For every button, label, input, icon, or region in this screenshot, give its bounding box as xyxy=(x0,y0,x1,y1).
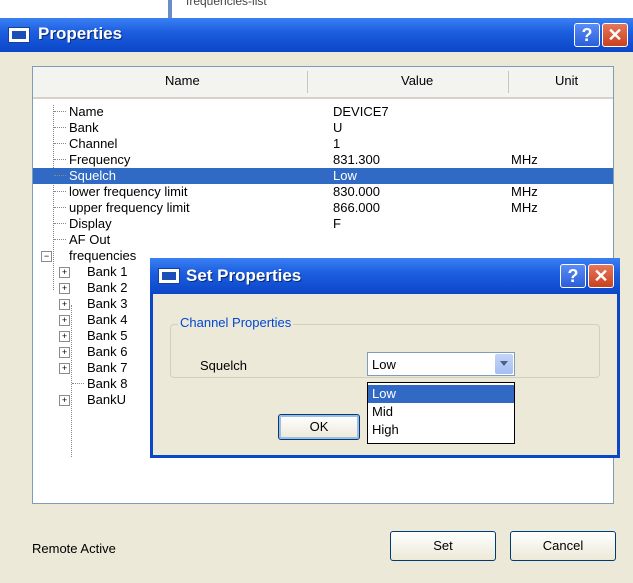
bank-label: Bank 6 xyxy=(87,344,128,359)
property-value: 866.000 xyxy=(333,200,380,215)
properties-titlebar[interactable]: Properties ? ✕ xyxy=(0,18,633,52)
property-value: 1 xyxy=(333,136,341,151)
expand-icon[interactable]: + xyxy=(59,267,70,278)
squelch-dropdown-list[interactable]: Low Mid High xyxy=(367,382,515,444)
property-unit: MHz xyxy=(511,200,538,215)
property-row[interactable]: Frequency 831.300 MHz xyxy=(33,152,613,168)
column-divider[interactable] xyxy=(307,71,308,93)
cancel-button[interactable]: Cancel xyxy=(510,531,616,561)
set-properties-dialog: Set Properties ? ✕ Channel Properties Sq… xyxy=(150,258,620,458)
property-name: Squelch xyxy=(69,168,116,183)
property-name: Name xyxy=(69,104,104,119)
squelch-select[interactable]: Low xyxy=(367,352,515,376)
bank-label: Bank 4 xyxy=(87,312,128,327)
property-unit: MHz xyxy=(511,184,538,199)
property-row[interactable]: Bank U xyxy=(33,120,613,136)
column-header: Name Value Unit xyxy=(33,67,613,99)
column-unit[interactable]: Unit xyxy=(555,73,578,88)
property-value: DEVICE7 xyxy=(333,104,389,119)
column-value[interactable]: Value xyxy=(401,73,433,88)
expand-icon[interactable]: + xyxy=(59,299,70,310)
column-divider[interactable] xyxy=(508,71,509,93)
dialog-titlebar[interactable]: Set Properties ? ✕ xyxy=(150,258,620,294)
help-button[interactable]: ? xyxy=(574,23,600,47)
window-icon xyxy=(8,27,30,43)
bank-label: Bank 7 xyxy=(87,360,128,375)
property-name: Bank xyxy=(69,120,99,135)
bank-label: Bank 1 xyxy=(87,264,128,279)
squelch-label: Squelch xyxy=(200,358,247,373)
dropdown-option-low[interactable]: Low xyxy=(368,385,514,403)
property-row[interactable]: Channel 1 xyxy=(33,136,613,152)
expand-icon[interactable]: + xyxy=(59,283,70,294)
expand-icon[interactable]: + xyxy=(59,363,70,374)
window-title: Properties xyxy=(38,24,123,43)
squelch-selected-value: Low xyxy=(372,357,396,372)
dialog-close-button[interactable]: ✕ xyxy=(588,264,614,288)
bank-label: BankU xyxy=(87,392,127,407)
property-row[interactable]: lower frequency limit 830.000 MHz xyxy=(33,184,613,200)
property-value: 831.300 xyxy=(333,152,380,167)
property-unit: MHz xyxy=(511,152,538,167)
bank-label: Bank 5 xyxy=(87,328,128,343)
close-button[interactable]: ✕ xyxy=(602,23,628,47)
background-window-text: frequencies-list xyxy=(186,0,267,8)
property-row-selected[interactable]: Squelch Low xyxy=(33,168,613,184)
dropdown-option-high[interactable]: High xyxy=(368,421,514,439)
status-text: Remote Active xyxy=(32,541,116,556)
bank-label: Bank 8 xyxy=(87,376,128,391)
property-name: lower frequency limit xyxy=(69,184,188,199)
ok-button[interactable]: OK xyxy=(278,414,360,440)
property-row[interactable]: AF Out xyxy=(33,232,613,248)
column-name[interactable]: Name xyxy=(165,73,200,88)
collapse-icon[interactable]: − xyxy=(41,251,52,262)
property-value: U xyxy=(333,120,343,135)
property-name: Frequency xyxy=(69,152,131,167)
property-name: frequencies xyxy=(69,248,137,263)
property-name: upper frequency limit xyxy=(69,200,190,215)
property-row[interactable]: Name DEVICE7 xyxy=(33,104,613,120)
dialog-title: Set Properties xyxy=(186,266,302,285)
background-window: frequencies-list xyxy=(0,0,633,18)
expand-icon[interactable]: + xyxy=(59,347,70,358)
property-row[interactable]: Display F xyxy=(33,216,613,232)
bank-label: Bank 2 xyxy=(87,280,128,295)
property-value: F xyxy=(333,216,341,231)
expand-icon[interactable]: + xyxy=(59,315,70,326)
background-window-edge xyxy=(168,0,172,18)
property-name: AF Out xyxy=(69,232,111,247)
expand-icon[interactable]: + xyxy=(59,331,70,342)
property-name: Channel xyxy=(69,136,118,151)
group-label: Channel Properties xyxy=(178,315,294,330)
chevron-down-icon[interactable] xyxy=(495,354,513,374)
dialog-window-icon xyxy=(158,268,180,284)
set-button[interactable]: Set xyxy=(390,531,496,561)
dropdown-option-mid[interactable]: Mid xyxy=(368,403,514,421)
property-name: Display xyxy=(69,216,112,231)
property-value: 830.000 xyxy=(333,184,380,199)
expand-icon[interactable]: + xyxy=(59,395,70,406)
bank-label: Bank 3 xyxy=(87,296,128,311)
property-value: Low xyxy=(333,168,357,183)
dialog-help-button[interactable]: ? xyxy=(560,264,586,288)
property-row[interactable]: upper frequency limit 866.000 MHz xyxy=(33,200,613,216)
